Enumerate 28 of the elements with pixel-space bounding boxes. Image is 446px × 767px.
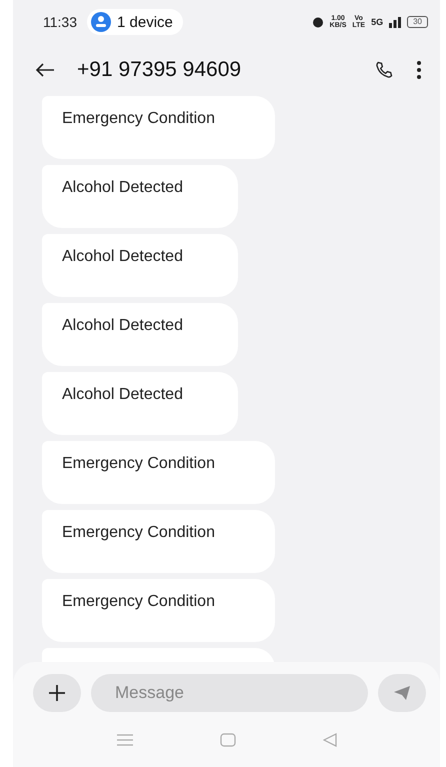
more-icon [416,60,422,80]
device-count: 1 device [117,14,173,30]
battery-level: 30 [407,16,428,28]
network-label: 5G [371,17,384,27]
person-icon [91,12,111,32]
message-bubble: Alcohol Detected [42,303,238,366]
add-button[interactable] [33,674,81,712]
message-bubble: Alcohol Detected [42,165,238,228]
message-field[interactable]: Message [91,674,368,712]
menu-icon [116,734,132,746]
triangle-icon [322,732,336,746]
contact-number: +91 97395 94609 [77,58,242,82]
alarm-icon [312,16,324,28]
phone-icon [374,60,394,80]
square-icon [220,732,236,746]
signal-icon [389,16,402,28]
message-bubble: Emergency Condition [42,579,275,642]
message-bubble: Emergency Condition [42,96,275,159]
message-bubble: Alcohol Detected [42,234,238,297]
send-icon [393,685,411,701]
message-bubble: Emergency Condition [42,510,275,573]
message-bubble: Emergency Condition [42,441,275,504]
message-bubble: Alcohol Detected [42,372,238,435]
send-button[interactable] [378,674,426,712]
time: 11:33 [43,14,77,30]
plus-icon [48,684,66,702]
back-arrow-icon [35,63,55,77]
device-pill[interactable]: 1 device [87,9,183,35]
